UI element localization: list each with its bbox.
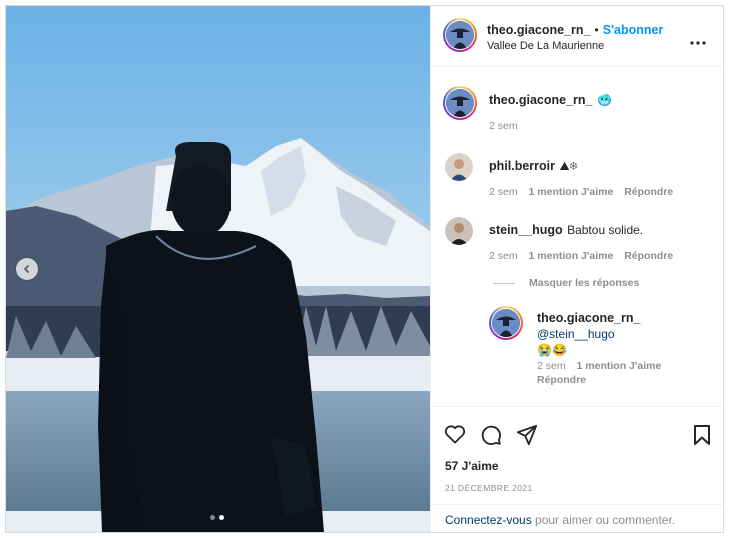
- login-link[interactable]: Connectez-vous: [445, 513, 532, 527]
- reply-button[interactable]: Répondre: [537, 374, 586, 386]
- login-prompt-text: pour aimer ou commenter.: [531, 513, 676, 527]
- reply-meta: 2 sem 1 mention J'aime Répondre: [537, 359, 717, 387]
- post-location[interactable]: Vallee De La Maurienne: [487, 40, 604, 52]
- more-icon: [690, 41, 706, 45]
- author-username[interactable]: theo.giacone_rn_: [487, 23, 591, 37]
- caption-time[interactable]: 2 sem: [489, 120, 518, 132]
- like-count[interactable]: 57 J'aime: [445, 459, 499, 473]
- reply-text: 😭😂: [537, 343, 567, 357]
- avatar-picture: [446, 89, 474, 117]
- avatar-picture: [445, 217, 473, 245]
- comment-likes[interactable]: 1 mention J'aime: [529, 186, 614, 198]
- bookmark-icon: [694, 425, 710, 445]
- reply-username[interactable]: theo.giacone_rn_: [537, 311, 641, 325]
- reply-button[interactable]: Répondre: [624, 186, 673, 198]
- separator-dot: •: [594, 23, 599, 37]
- commenter-avatar[interactable]: [445, 217, 473, 245]
- photo-scene: [6, 6, 430, 532]
- caption-text: 🥶: [596, 93, 612, 107]
- caption: theo.giacone_rn_ 🥶: [489, 91, 612, 109]
- hide-replies-label: Masquer les réponses: [529, 277, 640, 289]
- reply-time[interactable]: 2 sem: [537, 360, 566, 372]
- comment-meta: 2 sem 1 mention J'aime Répondre: [489, 250, 681, 262]
- comment-item: stein__hugo Babtou solide.: [489, 221, 643, 239]
- share-button[interactable]: [516, 424, 538, 451]
- reply-likes[interactable]: 1 mention J'aime: [577, 360, 662, 372]
- comment-item: phil.berroir ⛰❄: [489, 157, 578, 175]
- more-options-button[interactable]: [690, 32, 706, 50]
- divider: [493, 282, 515, 284]
- comment-button[interactable]: [480, 424, 502, 451]
- commenter-avatar[interactable]: [445, 153, 473, 181]
- like-button[interactable]: [444, 424, 466, 449]
- reply-item: theo.giacone_rn_ @stein__hugo 😭😂: [537, 310, 717, 358]
- carousel-prev-button[interactable]: [16, 258, 38, 280]
- post-actions: 57 J'aime 21 DÉCEMBRE 2021 Connectez-vou…: [431, 406, 724, 533]
- share-icon: [516, 424, 538, 446]
- post-photo[interactable]: [6, 6, 430, 532]
- carousel-indicator: [210, 515, 224, 520]
- reply-mention[interactable]: @stein__hugo: [537, 327, 615, 341]
- caption-username[interactable]: theo.giacone_rn_: [489, 93, 593, 107]
- comment-icon: [481, 425, 501, 445]
- chevron-left-icon: [23, 264, 30, 274]
- comment-username[interactable]: stein__hugo: [489, 223, 563, 237]
- reply-avatar[interactable]: [489, 306, 523, 340]
- reply-button[interactable]: Répondre: [624, 250, 673, 262]
- follow-button[interactable]: S'abonner: [603, 23, 664, 37]
- hide-replies-button[interactable]: Masquer les réponses: [493, 277, 639, 289]
- comment-username[interactable]: phil.berroir: [489, 159, 555, 173]
- carousel-dot: [210, 515, 215, 520]
- carousel-dot-active: [219, 515, 224, 520]
- caption-meta: 2 sem: [489, 120, 526, 132]
- post-side-panel: theo.giacone_rn_ • S'abonner Vallee De L…: [430, 6, 724, 532]
- avatar-picture: [446, 21, 474, 49]
- login-prompt: Connectez-vous pour aimer ou commenter.: [431, 504, 724, 534]
- comment-time[interactable]: 2 sem: [489, 250, 518, 262]
- author-avatar[interactable]: [443, 18, 477, 52]
- post-date: 21 DÉCEMBRE 2021: [445, 483, 533, 493]
- comment-time[interactable]: 2 sem: [489, 186, 518, 198]
- avatar-picture: [445, 153, 473, 181]
- comment-meta: 2 sem 1 mention J'aime Répondre: [489, 186, 681, 198]
- avatar-picture: [492, 309, 520, 337]
- comment-likes[interactable]: 1 mention J'aime: [529, 250, 614, 262]
- heart-icon: [444, 425, 466, 444]
- caption-avatar[interactable]: [443, 86, 477, 120]
- comment-text: Babtou solide.: [567, 223, 644, 237]
- post-header: theo.giacone_rn_ • S'abonner Vallee De L…: [431, 6, 724, 67]
- comment-text: ⛰❄: [559, 159, 578, 173]
- save-button[interactable]: [693, 424, 711, 451]
- post-dialog: theo.giacone_rn_ • S'abonner Vallee De L…: [5, 5, 724, 533]
